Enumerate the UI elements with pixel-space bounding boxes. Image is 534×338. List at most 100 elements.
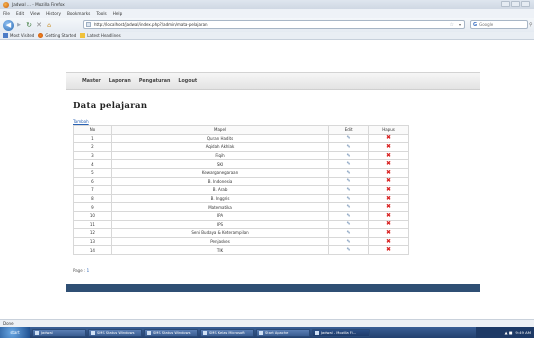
edit-cell: ✎ [328, 185, 370, 195]
column-header-edit: Edit [328, 125, 370, 135]
delete-icon[interactable]: ✖ [386, 195, 391, 202]
bookmark-star-icon[interactable]: ☆ [450, 22, 454, 28]
edit-icon[interactable]: ✎ [347, 204, 351, 210]
start-button[interactable]: start [0, 327, 30, 338]
edit-icon[interactable]: ✎ [347, 161, 351, 167]
taskbar-item[interactable]: SMS Status Windows [144, 328, 198, 337]
taskbar-item[interactable]: SMS Status Windows [88, 328, 142, 337]
edit-cell: ✎ [328, 176, 370, 187]
site-menu-logout[interactable]: Logout [178, 79, 197, 84]
delete-icon[interactable]: ✖ [386, 220, 391, 227]
navigation-toolbar: ◀ ▶ ↻ ✕ ⌂ http://localhost/jadwal/index.… [0, 18, 534, 32]
edit-icon[interactable]: ✎ [347, 247, 351, 253]
row-mapel: IPA [110, 210, 330, 221]
clock: 9:49 AM [515, 330, 531, 335]
url-text[interactable]: http://localhost/jadwal/index.php?/admin… [94, 22, 208, 27]
menu-file[interactable]: File [3, 11, 10, 16]
edit-icon[interactable]: ✎ [347, 196, 351, 202]
window-icon [35, 330, 39, 335]
site-identity-icon[interactable] [86, 22, 91, 27]
row-mapel: TIK [110, 245, 330, 255]
table-row: 8 B. Inggris ✎ ✖ [73, 193, 409, 204]
bookmark-latest-headlines[interactable]: Latest Headlines [80, 33, 121, 38]
row-mapel: IPS [110, 219, 330, 230]
menu-help[interactable]: Help [113, 11, 123, 16]
row-number: 13 [73, 236, 112, 247]
table-row: 12 Seni Budaya & Keterampilan ✎ ✖ [73, 228, 409, 238]
edit-icon[interactable]: ✎ [347, 213, 351, 219]
edit-icon[interactable]: ✎ [347, 230, 351, 236]
edit-icon[interactable]: ✎ [347, 221, 351, 227]
edit-icon[interactable]: ✎ [347, 239, 351, 245]
delete-icon[interactable]: ✖ [386, 143, 391, 150]
taskbar-item[interactable]: Start Apache [256, 328, 310, 337]
taskbar: start Jadwal SMS Status Windows SMS Stat… [0, 327, 534, 338]
site-menu-pengaturan[interactable]: Pengaturan [139, 79, 171, 84]
back-button[interactable]: ◀ [3, 19, 14, 31]
delete-icon[interactable]: ✖ [386, 160, 391, 167]
minimize-button[interactable] [501, 1, 510, 7]
delete-icon[interactable]: ✖ [386, 152, 391, 159]
bookmark-getting-started[interactable]: Getting Started [38, 33, 76, 38]
delete-icon[interactable]: ✖ [386, 238, 391, 245]
search-icon[interactable]: ⚲ [529, 22, 533, 28]
edit-cell: ✎ [328, 150, 370, 161]
delete-icon[interactable]: ✖ [386, 203, 391, 210]
edit-icon[interactable]: ✎ [347, 170, 351, 176]
add-link[interactable]: Tambah [73, 119, 89, 124]
edit-icon[interactable]: ✎ [347, 144, 351, 150]
delete-icon[interactable]: ✖ [386, 186, 391, 193]
pagination: Page : 1 [73, 268, 89, 273]
menu-tools[interactable]: Tools [96, 11, 106, 16]
delete-cell: ✖ [368, 142, 409, 152]
edit-icon[interactable]: ✎ [347, 187, 351, 193]
delete-icon[interactable]: ✖ [386, 229, 391, 236]
delete-icon[interactable]: ✖ [386, 177, 391, 184]
home-button[interactable]: ⌂ [44, 20, 54, 30]
url-bar[interactable]: http://localhost/jadwal/index.php?/admin… [83, 20, 465, 29]
delete-icon[interactable]: ✖ [386, 134, 391, 141]
maximize-button[interactable] [511, 1, 520, 7]
delete-icon[interactable]: ✖ [386, 169, 391, 176]
page-link[interactable]: 1 [87, 268, 90, 273]
delete-cell: ✖ [368, 150, 409, 161]
site-menu-master[interactable]: Master [82, 79, 101, 84]
reload-button[interactable]: ↻ [24, 20, 34, 30]
firefox-icon [315, 330, 319, 335]
subjects-table: No Mapel Edit Hapus 1 Quran Hadits ✎ ✖ 2 Aqid… [73, 125, 409, 255]
search-bar[interactable]: G [470, 20, 528, 29]
row-mapel: B. Arab [110, 185, 330, 195]
url-dropdown-icon[interactable]: ▾ [459, 22, 461, 27]
column-header-mapel: Mapel [110, 125, 330, 135]
table-row: 7 B. Arab ✎ ✖ [73, 185, 409, 195]
site-menu-laporan[interactable]: Laporan [109, 79, 131, 84]
menu-view[interactable]: View [30, 11, 40, 16]
delete-cell: ✖ [368, 193, 409, 204]
search-input[interactable] [479, 22, 520, 27]
edit-cell: ✎ [328, 142, 370, 152]
delete-icon[interactable]: ✖ [386, 212, 391, 219]
taskbar-item[interactable]: Jadwal [32, 328, 86, 337]
menu-edit[interactable]: Edit [16, 11, 24, 16]
close-window-button[interactable] [521, 1, 530, 7]
taskbar-item[interactable]: SMS Kelas Microsoft [200, 328, 254, 337]
google-search-engine-icon[interactable]: G [473, 22, 477, 28]
edit-icon[interactable]: ✎ [347, 135, 351, 141]
menu-history[interactable]: History [46, 11, 61, 16]
bookmark-most-visited[interactable]: Most Visited [3, 33, 34, 38]
bookmarks-toolbar: Most Visited Getting Started Latest Head… [0, 32, 534, 40]
row-mapel: Seni Budaya & Keterampilan [110, 228, 330, 238]
menu-bookmarks[interactable]: Bookmarks [67, 11, 90, 16]
row-number: 2 [73, 142, 112, 152]
forward-button[interactable]: ▶ [14, 20, 24, 30]
window-controls [501, 1, 530, 7]
edit-cell: ✎ [328, 202, 370, 212]
stop-button[interactable]: ✕ [34, 20, 44, 30]
row-number: 3 [73, 150, 112, 161]
delete-cell: ✖ [368, 219, 409, 230]
taskbar-item-active[interactable]: Jadwal - Mozilla Fi... [312, 328, 370, 337]
delete-icon[interactable]: ✖ [386, 246, 391, 253]
edit-icon[interactable]: ✎ [347, 178, 351, 184]
tray-icons[interactable]: ▲ ■ [505, 330, 513, 335]
edit-icon[interactable]: ✎ [347, 153, 351, 159]
